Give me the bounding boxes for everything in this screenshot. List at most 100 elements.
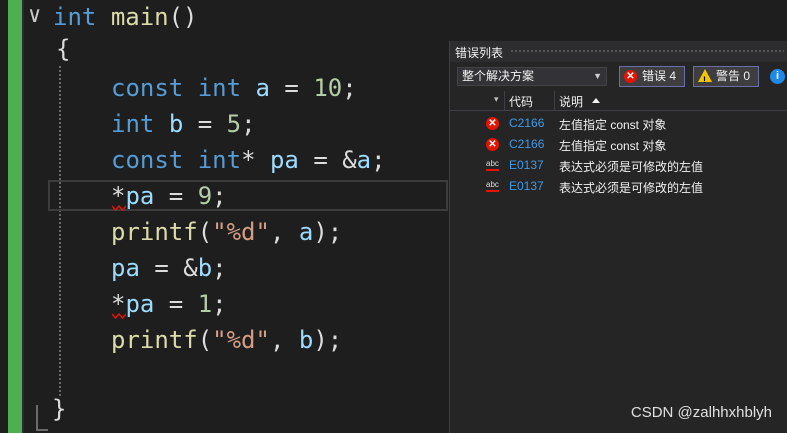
punct-token: ( — [197, 326, 213, 354]
number-token: 9 — [197, 182, 213, 210]
errors-filter-button[interactable]: ✕ 错误 4 — [619, 66, 685, 87]
punct-token: ; — [212, 290, 227, 318]
variable-token: a — [255, 74, 270, 102]
variable-token: a — [298, 218, 314, 246]
keyword-token: int — [197, 146, 242, 174]
error-description: 表达式必须是可修改的左值 — [559, 160, 704, 174]
error-squiggle[interactable] — [112, 313, 126, 319]
error-list-toolbar: 整个解决方案 ▼ ✕ 错误 4 ! 警告 0 i — [450, 63, 787, 89]
panel-title-bar[interactable]: 错误列表 — [450, 41, 787, 62]
column-header-code[interactable]: 代码 — [509, 93, 533, 110]
error-row[interactable]: abc E0137 表达式必须是可修改的左值 — [450, 155, 787, 176]
variable-token: pa — [111, 254, 140, 282]
gutter-divider — [22, 0, 24, 433]
operator-token: = & — [298, 146, 357, 174]
punct-token: , — [269, 218, 299, 246]
keyword-token: const — [111, 74, 184, 102]
watermark-text: CSDN @zalhhxhblyh — [630, 404, 772, 421]
code-line-12[interactable]: } — [52, 392, 66, 426]
number-token: 5 — [226, 110, 242, 138]
warnings-filter-button[interactable]: ! 警告 0 — [693, 66, 759, 87]
error-code-link[interactable]: E0137 — [509, 179, 544, 193]
code-line-5[interactable]: const int* pa = &a; — [111, 143, 386, 177]
function-token: printf — [111, 326, 198, 354]
punct-token: ); — [313, 218, 343, 246]
code-line-2[interactable]: { — [56, 32, 70, 66]
variable-token: pa — [125, 182, 155, 210]
operator-token: = — [154, 290, 198, 318]
string-token: "%d" — [212, 218, 270, 246]
code-line-1[interactable]: int main() — [53, 0, 198, 34]
scope-value: 整个解决方案 — [462, 69, 535, 83]
sort-ascending-icon — [592, 98, 600, 103]
variable-token: pa — [125, 290, 155, 318]
warnings-count-label: 警告 0 — [716, 69, 751, 83]
column-separator[interactable] — [504, 91, 505, 110]
code-line-3[interactable]: const int a = 10; — [111, 71, 357, 105]
keyword-token: int — [53, 3, 97, 31]
editor-margin — [0, 0, 8, 433]
warning-icon-mark: ! — [703, 75, 706, 85]
operator-token: = — [269, 74, 314, 102]
info-icon[interactable]: i — [770, 69, 785, 84]
code-line-9[interactable]: *pa = 1; — [111, 287, 227, 321]
error-description: 左值指定 const 对象 — [559, 139, 667, 153]
error-description: 表达式必须是可修改的左值 — [559, 181, 704, 195]
operator-token: = & — [139, 254, 198, 282]
punct-token: ; — [212, 182, 227, 210]
variable-token: b — [168, 110, 184, 138]
spell-error-icon: abc — [486, 159, 499, 171]
error-squiggle[interactable] — [112, 205, 126, 211]
error-code-link[interactable]: C2166 — [509, 137, 544, 151]
error-code-link[interactable]: E0137 — [509, 158, 544, 172]
error-icon: ✕ — [486, 117, 499, 130]
punct-token: ( — [197, 218, 213, 246]
number-token: 1 — [197, 290, 213, 318]
punct-token: ; — [212, 254, 227, 282]
string-token: "%d" — [212, 326, 270, 354]
punct-token: ); — [313, 326, 343, 354]
punct-token: ; — [241, 110, 256, 138]
brace-token: { — [56, 35, 71, 63]
variable-token: pa — [269, 146, 299, 174]
error-list-panel: 错误列表 整个解决方案 ▼ ✕ 错误 4 ! 警告 0 i ▾ 代码 说明 ✕ … — [449, 41, 787, 433]
operator-token: = — [183, 110, 227, 138]
function-token: printf — [111, 218, 198, 246]
keyword-token: int — [197, 74, 242, 102]
operator-token: = — [154, 182, 198, 210]
error-row[interactable]: abc E0137 表达式必须是可修改的左值 — [450, 176, 787, 197]
error-row[interactable]: ✕ C2166 左值指定 const 对象 — [450, 134, 787, 155]
variable-token: b — [298, 326, 314, 354]
error-description: 左值指定 const 对象 — [559, 118, 667, 132]
panel-title: 错误列表 — [455, 46, 504, 60]
variable-token: a — [356, 146, 372, 174]
error-icon: ✕ — [486, 138, 499, 151]
code-line-10[interactable]: printf("%d", b); — [111, 323, 342, 357]
column-header-description[interactable]: 说明 — [559, 93, 583, 110]
code-line-8[interactable]: pa = &b; — [111, 251, 227, 285]
number-token: 10 — [313, 74, 343, 102]
punct-token: ; — [342, 74, 357, 102]
errors-count-label: 错误 4 — [642, 69, 677, 83]
punct-token: () — [168, 3, 198, 31]
error-code-link[interactable]: C2166 — [509, 116, 544, 130]
code-line-6[interactable]: *pa = 9; — [111, 179, 227, 213]
punct-token: , — [269, 326, 299, 354]
punct-token: ; — [371, 146, 386, 174]
operator-token: * — [241, 146, 256, 174]
dropdown-arrow-icon: ▼ — [593, 71, 602, 81]
keyword-token: const — [111, 146, 184, 174]
keyword-token: int — [111, 110, 155, 138]
column-separator[interactable] — [554, 91, 555, 110]
scope-dropdown[interactable]: 整个解决方案 ▼ — [457, 67, 607, 86]
pin-icon[interactable]: ▾ — [494, 94, 499, 105]
change-tracking-bar — [8, 0, 22, 433]
code-line-7[interactable]: printf("%d", a); — [111, 215, 342, 249]
drag-grip[interactable] — [510, 49, 784, 54]
error-row[interactable]: ✕ C2166 左值指定 const 对象 — [450, 113, 787, 134]
function-token: main — [110, 3, 169, 31]
code-line-4[interactable]: int b = 5; — [111, 107, 256, 141]
spell-error-icon: abc — [486, 180, 499, 192]
column-header-row: ▾ 代码 说明 — [450, 91, 787, 111]
brace-token: } — [52, 395, 67, 423]
